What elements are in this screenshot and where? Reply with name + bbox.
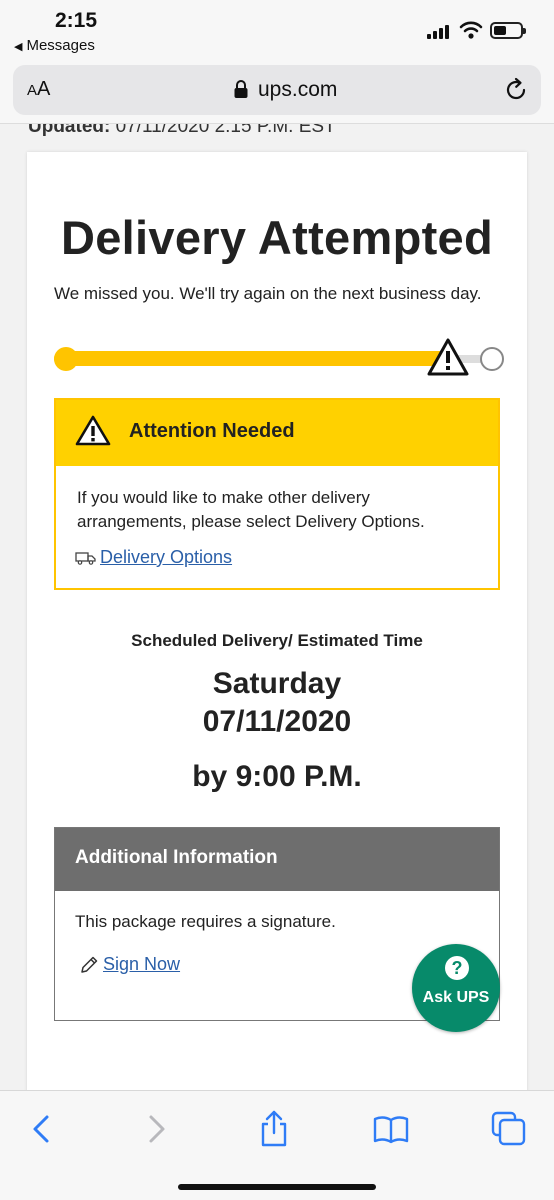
attention-header: Attention Needed [56,400,498,466]
clock: 2:15 [55,9,98,32]
status-bar: 2:15 ◀ Messages [0,0,554,62]
ask-ups-button[interactable]: ? Ask UPS [412,944,500,1032]
forward-chevron-icon[interactable] [136,1109,176,1149]
updated-timestamp: Updated: 07/11/2020 2:15 P.M. EST [28,124,336,137]
schedule-date: 07/11/2020 [202,705,352,738]
pencil-icon [81,957,98,973]
sign-now-link[interactable]: Sign Now [79,954,180,975]
delivery-options-label: Delivery Options [100,547,233,567]
wifi-icon [459,21,483,39]
additional-info-header: Additional Information [55,828,499,891]
share-icon[interactable] [254,1109,294,1149]
battery-icon [490,22,526,39]
url-text: ups.com [258,78,338,101]
signature-notice: This package requires a signature. [75,912,336,931]
cellular-signal-icon [427,25,451,39]
attention-panel: Attention Needed If you would like to ma… [54,398,500,590]
delivery-options-link[interactable]: Delivery Options [75,547,232,568]
delivery-progress-bar [54,337,504,387]
progress-start-dot [54,347,78,371]
truck-icon [75,552,96,565]
warning-icon [427,338,469,376]
reload-icon[interactable] [503,77,529,103]
browser-toolbar [0,1090,554,1200]
browser-address-bar: AA ups.com [0,62,554,124]
schedule-day: Saturday [212,667,342,700]
web-page: Updated: 07/11/2020 2:15 P.M. EST Delive… [0,124,554,1090]
sign-now-label: Sign Now [103,954,181,974]
page-title: Delivery Attempted [60,211,493,264]
progress-fill [54,351,450,366]
warning-icon [75,415,111,446]
schedule-time: by 9:00 P.M. [192,760,362,793]
text-size-button[interactable]: AA [27,78,50,101]
back-app-label: Messages [26,37,95,54]
help-question-icon: ? [445,956,469,980]
home-indicator [178,1184,376,1190]
attention-message: If you would like to make other delivery… [77,488,425,531]
back-triangle-icon: ◀ [14,41,23,53]
back-to-app-link[interactable]: ◀ Messages [14,37,95,54]
schedule-label: Scheduled Delivery/ Estimated Time [131,631,423,650]
attention-heading: Attention Needed [129,420,295,442]
url-field[interactable]: AA ups.com [13,65,541,115]
progress-end-dot [480,347,504,371]
bookmarks-icon[interactable] [371,1109,411,1149]
back-chevron-icon[interactable] [22,1109,62,1149]
additional-info-heading: Additional Information [75,847,278,868]
ask-ups-label: Ask UPS [422,989,490,1006]
lock-icon [234,80,248,98]
tabs-icon[interactable] [489,1109,529,1149]
status-message: We missed you. We'll try again on the ne… [54,284,482,303]
